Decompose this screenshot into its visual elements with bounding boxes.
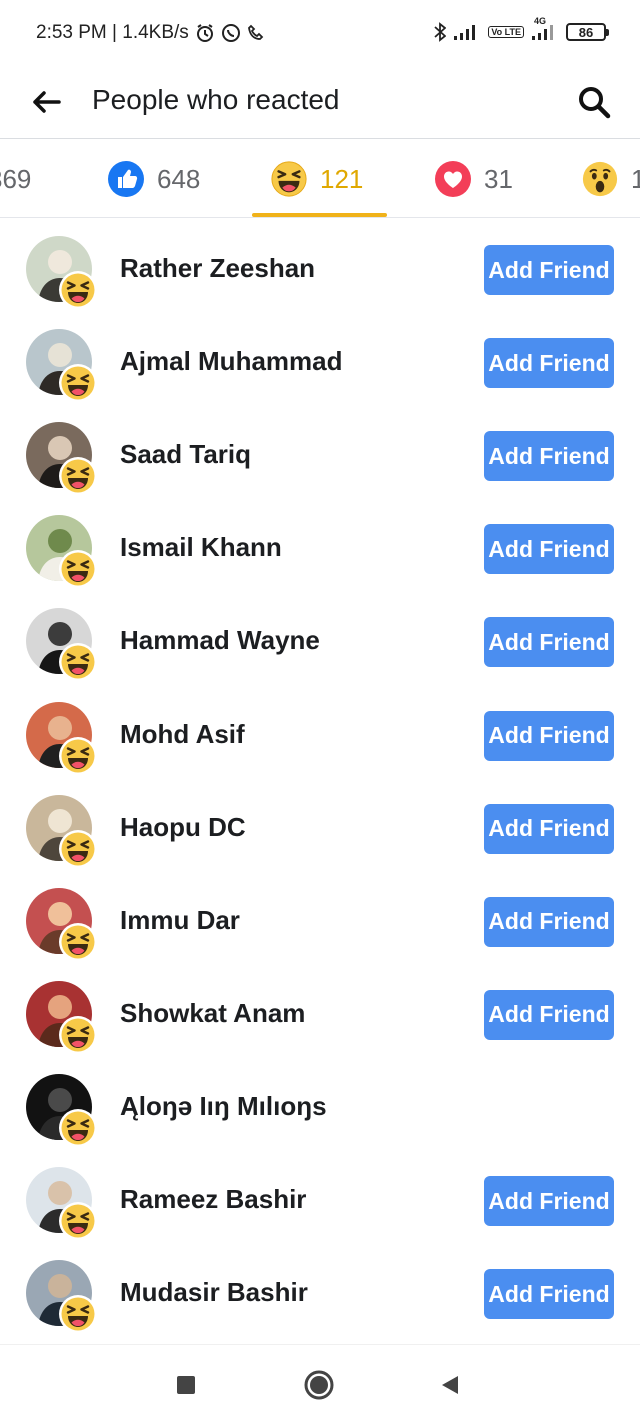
alarm-icon — [195, 23, 215, 43]
person-name[interactable]: Ismail Khann — [120, 532, 282, 563]
add-friend-button[interactable]: Add Friend — [484, 524, 614, 575]
person-name[interactable]: Mudasir Bashir — [120, 1277, 308, 1308]
list-item[interactable]: Rather Zeeshan Add Friend — [0, 224, 640, 317]
person-name[interactable]: Showkat Anam — [120, 998, 305, 1029]
search-icon — [579, 87, 611, 119]
status-right: Vo LTE 4G 86 — [434, 16, 609, 42]
status-left: 2:53 PM | 1.4KB/s — [36, 22, 265, 44]
haha-icon — [58, 456, 98, 496]
list-item[interactable]: Rameez Bashir Add Friend — [0, 1155, 640, 1248]
bluetooth-icon — [434, 22, 447, 42]
app-bar: People who reacted — [0, 66, 640, 139]
status-bar: 2:53 PM | 1.4KB/s Vo LTE 4G 86 — [0, 0, 640, 66]
haha-icon — [58, 363, 98, 403]
arrow-left-icon — [33, 91, 61, 113]
person-name[interactable]: Haopu DC — [120, 812, 246, 843]
back-button[interactable] — [26, 82, 66, 122]
add-friend-button[interactable]: Add Friend — [484, 338, 614, 389]
status-time-speed: 2:53 PM | 1.4KB/s — [36, 22, 189, 43]
tab-like[interactable]: 648 — [107, 140, 201, 217]
haha-icon — [58, 829, 98, 869]
person-name[interactable]: Ąloŋə Iıŋ Mılıoŋs — [120, 1091, 327, 1122]
wow-icon — [582, 161, 618, 197]
add-friend-button[interactable]: Add Friend — [484, 803, 614, 854]
person-name[interactable]: Rather Zeeshan — [120, 253, 315, 284]
person-name[interactable]: Ajmal Muhammad — [120, 346, 343, 377]
haha-icon — [58, 736, 98, 776]
home-button[interactable] — [301, 1367, 337, 1403]
list-item[interactable]: Mohd Asif Add Friend — [0, 690, 640, 783]
person-name[interactable]: Mohd Asif — [120, 719, 245, 750]
add-friend-button[interactable]: Add Friend — [484, 1269, 614, 1320]
battery-level: 86 — [578, 24, 594, 40]
list-item[interactable]: Saad Tariq Add Friend — [0, 410, 640, 503]
list-item[interactable]: Mudasir Bashir Add Friend — [0, 1248, 640, 1341]
add-friend-button[interactable]: Add Friend — [484, 617, 614, 668]
love-icon — [435, 161, 471, 197]
add-friend-button[interactable]: Add Friend — [484, 1176, 614, 1226]
person-name[interactable]: Saad Tariq — [120, 439, 251, 470]
list-item[interactable]: Ajmal Muhammad Add Friend — [0, 317, 640, 410]
call-icon — [247, 24, 265, 42]
add-friend-button[interactable]: Add Friend — [484, 710, 614, 761]
list-item[interactable]: Ismail Khann Add Friend — [0, 503, 640, 596]
reaction-tabs: 369 648 121 31 1 — [0, 140, 640, 218]
add-friend-button[interactable]: Add Friend — [484, 245, 614, 295]
recents-button[interactable] — [168, 1367, 204, 1403]
haha-icon — [58, 1201, 98, 1241]
add-friend-button[interactable]: Add Friend — [484, 896, 614, 947]
list-item[interactable]: Ąloŋə Iıŋ Mılıoŋs — [0, 1062, 640, 1155]
list-item[interactable]: Immu Dar Add Friend — [0, 876, 640, 969]
triangle-back-icon — [442, 1376, 458, 1394]
page-title: People who reacted — [92, 84, 340, 115]
active-tab-underline — [252, 213, 387, 217]
list-item[interactable]: Haopu DC Add Friend — [0, 783, 640, 876]
person-name[interactable]: Rameez Bashir — [120, 1184, 306, 1215]
tab-love-count: 31 — [484, 163, 513, 194]
add-friend-button[interactable]: Add Friend — [484, 989, 614, 1040]
tab-all-count: 369 — [0, 163, 32, 194]
tab-all[interactable]: 369 — [0, 140, 32, 217]
tab-wow[interactable]: 1 — [581, 140, 640, 217]
battery-icon: 86 — [566, 23, 609, 41]
list-item[interactable]: Hammad Wayne Add Friend — [0, 596, 640, 689]
square-icon — [177, 1376, 195, 1394]
person-name[interactable]: Immu Dar — [120, 905, 240, 936]
haha-icon — [58, 922, 98, 962]
haha-icon — [271, 161, 307, 197]
haha-icon — [58, 1015, 98, 1055]
haha-icon — [58, 549, 98, 589]
tab-haha[interactable]: 121 — [270, 140, 364, 217]
search-button[interactable] — [572, 80, 616, 124]
net-label: 4G — [534, 16, 547, 26]
tab-like-count: 648 — [157, 163, 201, 194]
add-friend-button[interactable]: Add Friend — [484, 431, 614, 482]
haha-icon — [58, 270, 98, 310]
haha-icon — [58, 1108, 98, 1148]
signal-icon — [454, 24, 480, 40]
whatsapp-icon — [221, 23, 241, 43]
haha-icon — [58, 642, 98, 682]
tab-wow-count: 1 — [631, 164, 640, 195]
haha-icon — [58, 1294, 98, 1334]
system-nav-bar — [0, 1344, 640, 1422]
circle-icon — [304, 1370, 334, 1400]
like-icon — [108, 161, 144, 197]
signal-4g-icon: 4G — [532, 16, 558, 40]
nav-back-button[interactable] — [432, 1367, 468, 1403]
person-name[interactable]: Hammad Wayne — [120, 625, 320, 656]
list-item[interactable]: Showkat Anam Add Friend — [0, 969, 640, 1062]
volte-badge: Vo LTE — [488, 26, 524, 38]
tab-haha-count: 121 — [320, 163, 364, 194]
tab-love[interactable]: 31 — [434, 140, 513, 217]
